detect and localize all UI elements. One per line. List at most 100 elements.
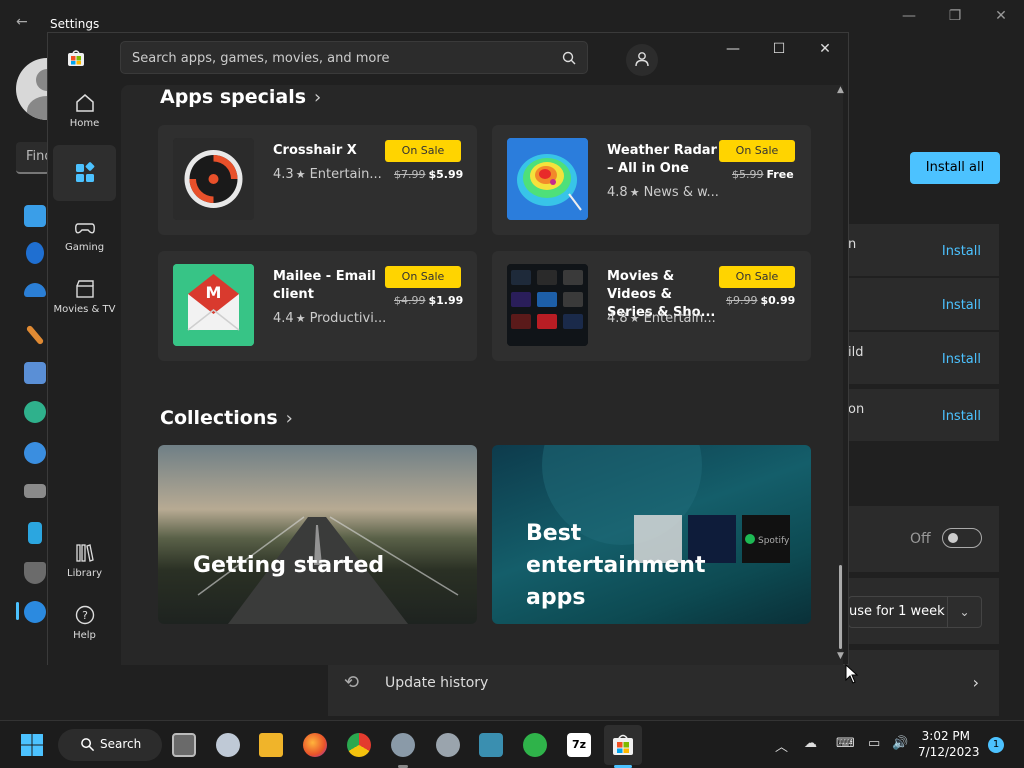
get-latest-updates-row: Off — [848, 506, 999, 572]
chrome-icon[interactable] — [347, 733, 371, 757]
gaming-controller-icon[interactable] — [24, 484, 46, 498]
price: $9.99 $0.99 — [726, 294, 795, 307]
app-card-mailee[interactable]: M Mailee - Email client 4.4 ★ Productivi..… — [158, 251, 477, 361]
minimize-icon[interactable]: — — [718, 41, 748, 63]
scroll-thumb[interactable] — [839, 565, 842, 649]
taskbar-clock[interactable]: 3:02 PM 7/12/2023 — [918, 728, 980, 760]
collection-label: Getting started — [193, 553, 385, 578]
app-card-movies-videos[interactable]: Movies & Videos & Series & Sho... 4.8 ★ En… — [492, 251, 811, 361]
restore-icon[interactable]: ❐ — [940, 8, 970, 24]
widgets-weather-icon[interactable] — [216, 733, 240, 757]
nav-library[interactable]: Library — [53, 535, 116, 591]
personalization-brush-icon[interactable] — [25, 324, 45, 346]
on-sale-badge: On Sale — [719, 266, 795, 288]
settings-gear-icon[interactable] — [391, 733, 415, 757]
show-hidden-icons-chevron-up-icon[interactable]: ︿ — [775, 736, 788, 755]
volume-icon[interactable]: 🔊 — [892, 736, 908, 751]
chevron-right-icon: › — [285, 408, 293, 429]
start-windows-icon[interactable] — [20, 733, 44, 757]
new-price: $0.99 — [760, 294, 796, 307]
task-view-icon[interactable] — [172, 733, 196, 757]
onedrive-cloud-icon[interactable]: ☁ — [804, 736, 817, 751]
install-button[interactable]: Install — [942, 352, 981, 367]
maximize-icon[interactable]: ☐ — [764, 41, 794, 63]
movies-videos-app-icon — [507, 264, 588, 346]
accounts-icon[interactable] — [24, 401, 46, 423]
control-gear-icon[interactable] — [436, 733, 460, 757]
spotify-tile-text: Spotify — [758, 536, 790, 546]
store-taskbar-icon[interactable] — [611, 733, 635, 757]
apps-icon[interactable] — [24, 362, 46, 384]
nav-movies-tv[interactable]: Movies & TV — [53, 271, 116, 327]
library-icon — [75, 544, 94, 562]
pause-duration-select[interactable]: use for 1 week ⌄ — [848, 596, 982, 628]
update-history-label: Update history — [385, 675, 489, 691]
install-button[interactable]: Install — [942, 244, 981, 259]
accessibility-icon[interactable] — [28, 522, 42, 544]
on-sale-badge: On Sale — [385, 140, 461, 162]
star-icon: ★ — [629, 186, 640, 199]
notification-badge[interactable]: 1 — [988, 737, 1004, 753]
nav-help-label: Help — [73, 630, 96, 641]
bluetooth-icon[interactable] — [26, 242, 44, 264]
apps-specials-heading[interactable]: Apps specials › — [160, 86, 321, 108]
app-card-crosshair-x[interactable]: Crosshair X 4.3 ★ Entertain... On Sale $7.… — [158, 125, 477, 235]
home-icon — [75, 94, 94, 112]
collection-best-entertainment[interactable]: Spotify Best entertainment apps — [492, 445, 811, 624]
scroll-down-arrow-icon[interactable]: ▼ — [837, 651, 844, 661]
update-row: ild Install — [848, 332, 999, 384]
search-icon[interactable] — [561, 50, 577, 66]
time-language-icon[interactable] — [24, 442, 46, 464]
network-icon[interactable]: ▭ — [868, 736, 880, 751]
find-setting-input[interactable]: Find — [16, 142, 53, 174]
close-icon[interactable]: ✕ — [986, 8, 1016, 24]
collection-getting-started[interactable]: Getting started — [158, 445, 477, 624]
privacy-shield-icon[interactable] — [24, 562, 46, 584]
nav-help[interactable]: ? Help — [53, 597, 116, 653]
scroll-up-arrow-icon[interactable]: ▲ — [837, 85, 844, 95]
keyboard-icon[interactable]: ⌨ — [836, 736, 855, 751]
install-all-button[interactable]: Install all — [910, 152, 1000, 184]
app-card-weather-radar[interactable]: Weather Radar – All in One 4.8 ★ News & w.… — [492, 125, 811, 235]
7zip-icon[interactable]: 7z — [567, 733, 591, 757]
account-button[interactable] — [626, 44, 658, 76]
install-button[interactable]: Install — [942, 298, 981, 313]
chat-app-icon[interactable] — [523, 733, 547, 757]
scrollbar[interactable]: ▲ ▼ — [837, 85, 845, 663]
install-button[interactable]: Install — [942, 409, 981, 424]
windows-update-icon[interactable] — [24, 601, 46, 623]
on-sale-badge: On Sale — [719, 140, 795, 162]
updates-toggle[interactable] — [942, 528, 982, 548]
firefox-icon[interactable] — [303, 733, 327, 757]
wifi-icon[interactable] — [24, 283, 46, 297]
price: $4.99 $1.99 — [394, 294, 463, 307]
close-icon[interactable]: ✕ — [810, 41, 840, 63]
gaming-controller-icon — [74, 223, 95, 234]
mailee-letter: M — [206, 283, 222, 302]
system-icon[interactable] — [24, 205, 46, 227]
rating: 4.3 — [273, 167, 294, 182]
minimize-icon[interactable]: — — [894, 8, 924, 24]
back-arrow-icon[interactable]: ← — [16, 14, 28, 30]
taskbar-search-button[interactable]: Search — [58, 729, 162, 761]
section-title-text: Collections — [160, 407, 278, 429]
store-search-input[interactable]: Search apps, games, movies, and more — [120, 41, 588, 74]
clapperboard-icon — [75, 280, 94, 298]
store-nav-rail: Home Gaming Movies & TV Library ? Help — [48, 33, 121, 666]
nav-gaming[interactable]: Gaming — [53, 209, 116, 265]
section-title-text: Apps specials — [160, 86, 307, 108]
app-rating-category: 4.8 ★ Entertain... — [607, 311, 716, 326]
nav-apps[interactable] — [53, 145, 116, 201]
update-row-title: n — [848, 237, 857, 252]
update-row-title: ild — [848, 345, 864, 360]
category: News & w... — [643, 185, 719, 200]
person-icon — [635, 52, 649, 67]
toggle-state-label: Off — [910, 531, 931, 547]
app-rating-category: 4.4 ★ Productivi... — [273, 311, 386, 326]
collections-heading[interactable]: Collections › — [160, 407, 293, 429]
nav-home[interactable]: Home — [53, 85, 116, 141]
terminal-icon[interactable] — [479, 733, 503, 757]
nav-library-label: Library — [67, 568, 102, 579]
new-price: Free — [766, 168, 794, 181]
file-explorer-icon[interactable] — [259, 733, 283, 757]
